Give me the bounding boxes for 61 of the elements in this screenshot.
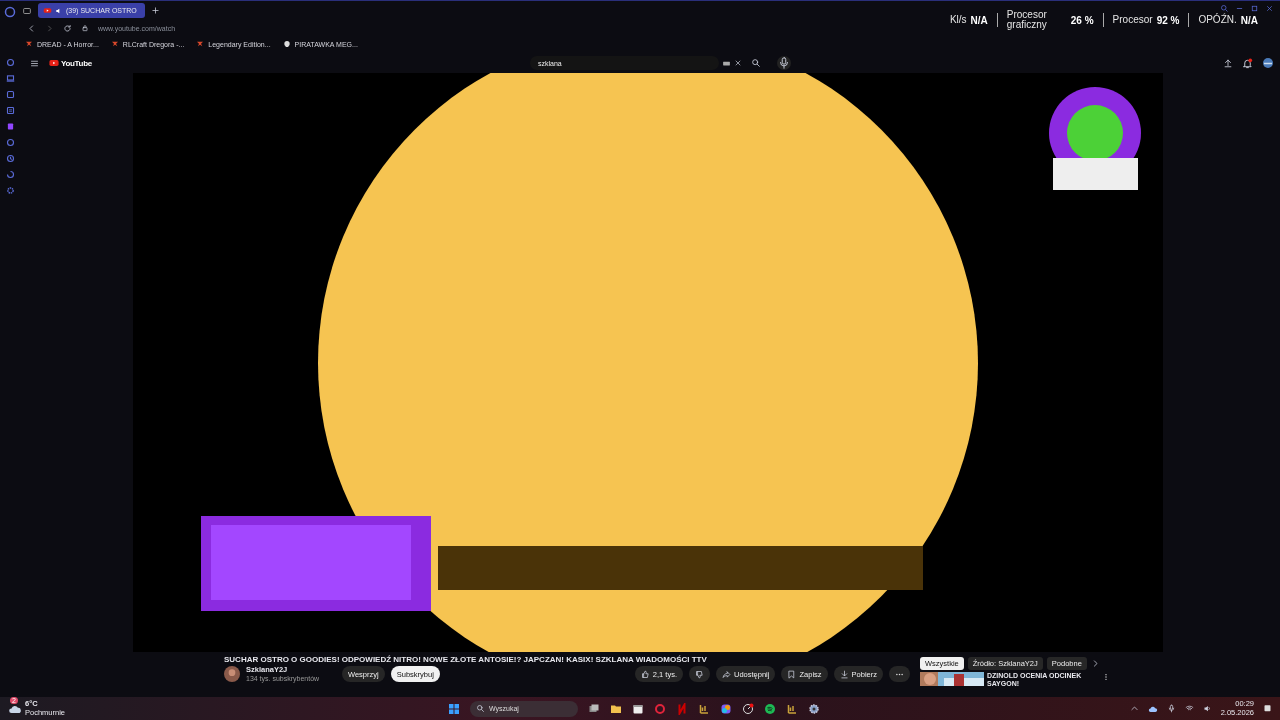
upload-icon[interactable] — [1223, 58, 1233, 69]
stat-label: Procesor — [1112, 15, 1153, 25]
like-icon — [640, 669, 650, 679]
stat-label: OPÓŹN. — [1198, 15, 1237, 25]
share-icon — [722, 669, 731, 679]
game-logo-icon — [25, 40, 33, 49]
window-icon[interactable] — [5, 74, 15, 83]
square-icon[interactable] — [5, 90, 15, 99]
stat-label: Procesor graficzny — [1006, 10, 1048, 30]
microphone-icon[interactable] — [777, 56, 791, 71]
wifi-icon[interactable] — [1184, 704, 1194, 713]
tab-grid-icon[interactable] — [22, 5, 32, 16]
youtube-logo[interactable]: YouTube — [48, 58, 92, 69]
letter-n-icon[interactable] — [676, 702, 688, 715]
reload-icon[interactable] — [63, 23, 72, 33]
chevron-up-icon[interactable] — [1129, 704, 1139, 713]
dislike-button[interactable] — [689, 666, 710, 683]
search-icon[interactable] — [751, 58, 761, 69]
start-icon[interactable] — [448, 702, 460, 715]
notification-icon[interactable] — [1263, 704, 1272, 713]
more-icon[interactable] — [1102, 672, 1110, 683]
speedometer-icon[interactable] — [742, 702, 754, 715]
game-logo-icon — [196, 40, 205, 49]
stat-value: N/A — [970, 14, 988, 26]
ring-icon[interactable] — [654, 702, 666, 715]
stat-label: Kl/s — [949, 15, 967, 25]
maximize-icon[interactable] — [1250, 4, 1259, 13]
microphone-icon[interactable] — [1166, 704, 1176, 713]
youtube-icon — [43, 6, 52, 16]
play-icon — [48, 58, 60, 69]
close-icon[interactable] — [1265, 4, 1274, 13]
search-icon — [476, 704, 485, 713]
bell-icon[interactable] — [1242, 57, 1253, 69]
chart-icon[interactable] — [698, 702, 710, 715]
dislike-icon — [695, 669, 704, 679]
channel-avatar-icon[interactable] — [224, 666, 240, 683]
chart-icon[interactable] — [786, 702, 798, 715]
circle-icon[interactable] — [5, 138, 15, 147]
video-title: SUCHAR OSTRO O GOODIES! ODPOWIEDŹ NITRO! NOWE ZŁOTE ANTOSIE!? JAPCZAN! KASIX! SZKLANA WIADOMOŚCI TTV — [224, 655, 708, 665]
stat-value: 92 % — [1156, 14, 1180, 26]
history-icon[interactable] — [5, 154, 15, 163]
stat-value: N/A — [1240, 14, 1258, 26]
avatar-icon[interactable] — [1262, 57, 1274, 70]
clock-icon[interactable] — [5, 58, 15, 67]
task-view-icon[interactable] — [588, 702, 600, 715]
stat-value: 26 % — [1070, 14, 1094, 26]
new-tab-icon[interactable] — [150, 6, 160, 16]
save-icon — [787, 669, 797, 679]
skull-icon — [282, 40, 291, 49]
music-app-icon[interactable] — [764, 702, 776, 715]
back-icon[interactable] — [27, 23, 36, 33]
download-icon — [839, 669, 849, 679]
calendar-icon[interactable] — [632, 702, 644, 715]
game-logo-icon — [110, 40, 119, 49]
menu-icon[interactable] — [30, 58, 39, 68]
arc-icon[interactable] — [5, 170, 15, 179]
lock-icon — [81, 24, 89, 33]
clear-icon[interactable] — [734, 59, 742, 68]
speaker-icon[interactable] — [1202, 704, 1212, 713]
note-icon[interactable] — [5, 106, 15, 115]
browser-logo-icon[interactable] — [4, 6, 16, 18]
